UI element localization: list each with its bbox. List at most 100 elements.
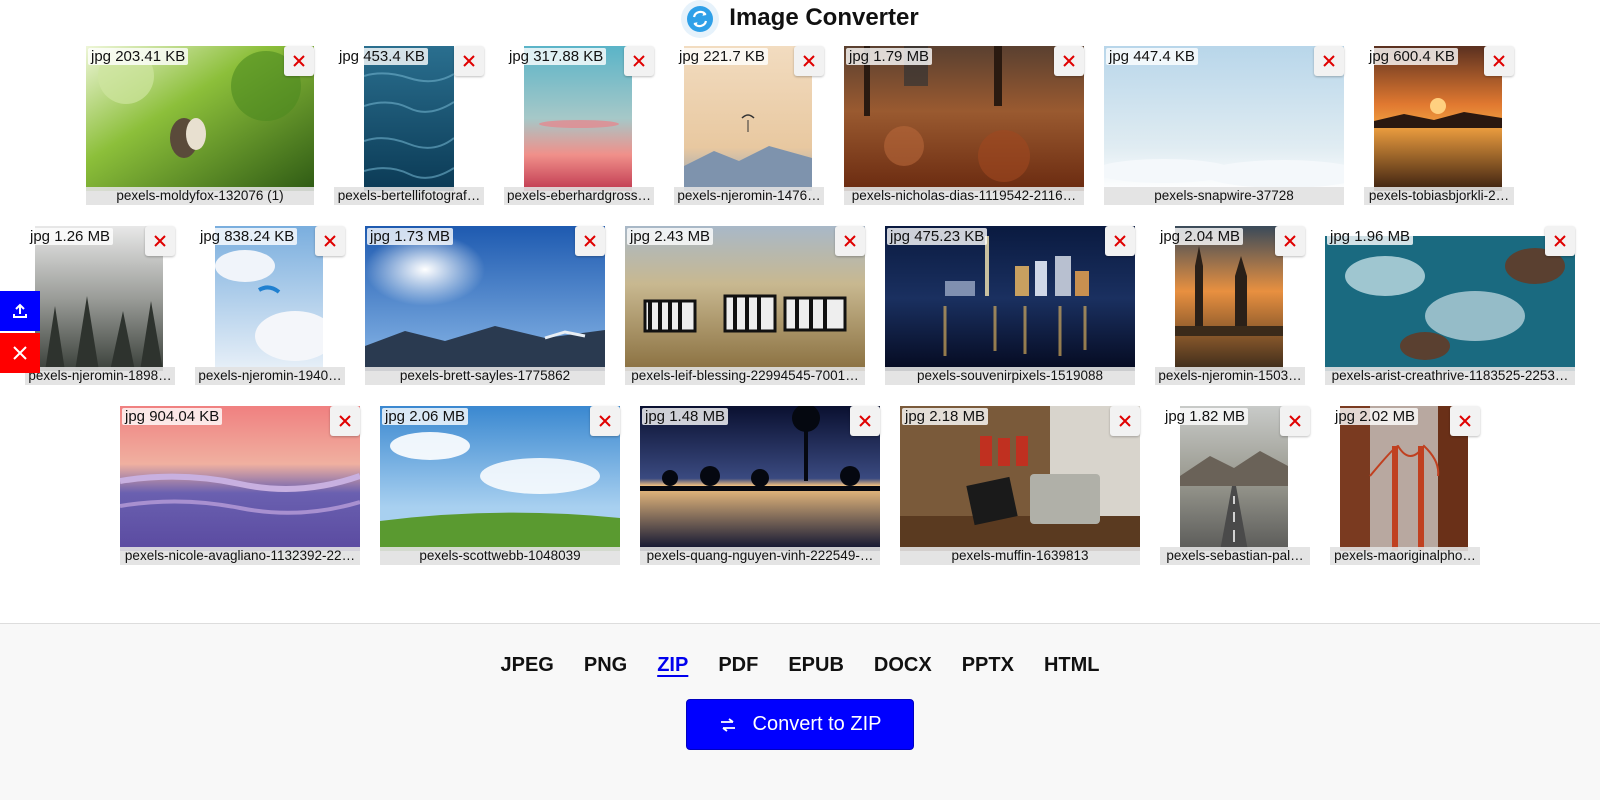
remove-image-button[interactable]	[1280, 406, 1310, 436]
convert-button[interactable]: Convert to ZIP	[686, 699, 914, 750]
format-option-docx[interactable]: DOCX	[874, 654, 932, 677]
close-icon	[1459, 415, 1471, 427]
remove-image-button[interactable]	[1314, 46, 1344, 76]
image-card[interactable]: jpg 2.04 MB pexels-njeromin-1503…	[1155, 226, 1305, 386]
remove-image-button[interactable]	[590, 406, 620, 436]
image-card[interactable]: jpg 1.26 MB pexels-njeromin-1898…	[25, 226, 175, 386]
format-selector: JPEG PNG ZIP PDF EPUB DOCX PPTX HTML	[0, 654, 1600, 677]
format-option-epub[interactable]: EPUB	[788, 654, 844, 677]
image-meta: jpg 904.04 KB	[122, 408, 223, 425]
format-option-zip[interactable]: ZIP	[657, 654, 688, 677]
format-option-jpeg[interactable]: JPEG	[501, 654, 554, 677]
image-thumbnail	[1340, 406, 1468, 551]
format-option-html[interactable]: HTML	[1044, 654, 1100, 677]
image-filename: pexels-souvenirpixels-1519088	[885, 367, 1135, 385]
close-icon	[633, 55, 645, 67]
image-filename: pexels-scottwebb-1048039	[380, 547, 620, 565]
image-card[interactable]: jpg 1.82 MB pexels-sebastian-pal…	[1160, 406, 1310, 566]
remove-image-button[interactable]	[1054, 46, 1084, 76]
close-icon	[1493, 55, 1505, 67]
format-option-png[interactable]: PNG	[584, 654, 627, 677]
close-icon	[1119, 415, 1131, 427]
remove-image-button[interactable]	[835, 226, 865, 256]
image-meta: jpg 2.02 MB	[1332, 408, 1419, 425]
image-card[interactable]: jpg 838.24 KB pexels-njeromin-1940…	[195, 226, 345, 386]
remove-image-button[interactable]	[1450, 406, 1480, 436]
gallery-row: jpg 203.41 KB pexels-moldyfox-132076 (1)…	[0, 46, 1600, 206]
image-card[interactable]: jpg 453.4 KB pexels-bertellifotograf…	[334, 46, 484, 206]
remove-image-button[interactable]	[624, 46, 654, 76]
image-thumbnail	[1374, 46, 1502, 191]
image-filename: pexels-quang-nguyen-vinh-222549-…	[640, 547, 880, 565]
upload-icon	[13, 303, 27, 318]
swap-arrows-icon	[720, 717, 735, 732]
image-filename: pexels-leif-blessing-22994545-7001…	[625, 367, 865, 385]
gallery-row: jpg 1.26 MB pexels-njeromin-1898… jpg 83…	[0, 226, 1600, 386]
image-card[interactable]: jpg 2.18 MB pexels-muffin-1639813	[900, 406, 1140, 566]
image-card[interactable]: jpg 2.02 MB pexels-maoriginalpho…	[1330, 406, 1480, 566]
image-card[interactable]: jpg 475.23 KB pexels-souvenirpixels-1519…	[885, 226, 1135, 386]
remove-image-button[interactable]	[1105, 226, 1135, 256]
remove-image-button[interactable]	[1484, 46, 1514, 76]
image-card[interactable]: jpg 1.96 MB pexels-arist-creathrive-1183…	[1325, 226, 1575, 386]
image-meta: jpg 1.82 MB	[1162, 408, 1249, 425]
image-thumbnail	[885, 226, 1135, 371]
clear-all-button[interactable]	[0, 333, 40, 373]
image-card[interactable]: jpg 221.7 KB pexels-njeromin-1476…	[674, 46, 824, 206]
image-meta: jpg 447.4 KB	[1106, 48, 1198, 65]
close-icon	[1114, 235, 1126, 247]
image-card[interactable]: jpg 203.41 KB pexels-moldyfox-132076 (1)	[86, 46, 314, 206]
remove-image-button[interactable]	[794, 46, 824, 76]
image-meta: jpg 1.73 MB	[367, 228, 454, 245]
format-option-pdf[interactable]: PDF	[718, 654, 758, 677]
close-icon	[154, 235, 166, 247]
image-thumbnail	[86, 46, 314, 191]
image-filename: pexels-maoriginalpho…	[1330, 547, 1480, 565]
close-icon	[293, 55, 305, 67]
app-title: Image Converter	[729, 4, 919, 31]
image-meta: jpg 1.26 MB	[27, 228, 114, 245]
remove-image-button[interactable]	[454, 46, 484, 76]
image-card[interactable]: jpg 1.48 MB pexels-quang-nguyen-vinh-222…	[640, 406, 880, 566]
close-icon	[584, 235, 596, 247]
remove-image-button[interactable]	[1110, 406, 1140, 436]
image-filename: pexels-arist-creathrive-1183525-2253…	[1325, 367, 1575, 385]
image-filename: pexels-tobiasbjorkli-2…	[1364, 187, 1514, 205]
image-thumbnail	[1175, 226, 1283, 371]
image-card[interactable]: jpg 2.06 MB pexels-scottwebb-1048039	[380, 406, 620, 566]
remove-image-button[interactable]	[330, 406, 360, 436]
image-card[interactable]: jpg 1.73 MB pexels-brett-sayles-1775862	[365, 226, 605, 386]
remove-image-button[interactable]	[1545, 226, 1575, 256]
remove-image-button[interactable]	[284, 46, 314, 76]
remove-image-button[interactable]	[315, 226, 345, 256]
image-filename: pexels-njeromin-1503…	[1155, 367, 1305, 385]
gallery-row: jpg 904.04 KB pexels-nicole-avagliano-11…	[0, 406, 1600, 566]
image-thumbnail	[684, 46, 812, 191]
image-card[interactable]: jpg 904.04 KB pexels-nicole-avagliano-11…	[120, 406, 360, 566]
image-thumbnail	[380, 406, 620, 551]
remove-image-button[interactable]	[1275, 226, 1305, 256]
image-card[interactable]: jpg 447.4 KB pexels-snapwire-37728	[1104, 46, 1344, 206]
image-card[interactable]: jpg 1.79 MB pexels-nicholas-dias-1119542…	[844, 46, 1084, 206]
convert-button-label: Convert to ZIP	[752, 713, 882, 735]
image-thumbnail	[365, 226, 605, 371]
image-card[interactable]: jpg 317.88 KB pexels-eberhardgross…	[504, 46, 654, 206]
app-header: Image Converter	[0, 0, 1600, 38]
image-card[interactable]: jpg 600.4 KB pexels-tobiasbjorkli-2…	[1364, 46, 1514, 206]
image-card[interactable]: jpg 2.43 MB pexels-leif-blessing-2299454…	[625, 226, 865, 386]
upload-button[interactable]	[0, 291, 40, 331]
remove-image-button[interactable]	[575, 226, 605, 256]
image-filename: pexels-moldyfox-132076 (1)	[86, 187, 314, 205]
remove-image-button[interactable]	[145, 226, 175, 256]
image-filename: pexels-sebastian-pal…	[1160, 547, 1310, 565]
image-meta: jpg 317.88 KB	[506, 48, 607, 65]
image-filename: pexels-bertellifotograf…	[334, 187, 484, 205]
close-icon	[463, 55, 475, 67]
image-meta: jpg 2.43 MB	[627, 228, 714, 245]
format-option-pptx[interactable]: PPTX	[962, 654, 1014, 677]
image-meta: jpg 2.06 MB	[382, 408, 469, 425]
image-meta: jpg 475.23 KB	[887, 228, 988, 245]
image-thumbnail	[35, 226, 163, 371]
remove-image-button[interactable]	[850, 406, 880, 436]
image-meta: jpg 203.41 KB	[88, 48, 189, 65]
